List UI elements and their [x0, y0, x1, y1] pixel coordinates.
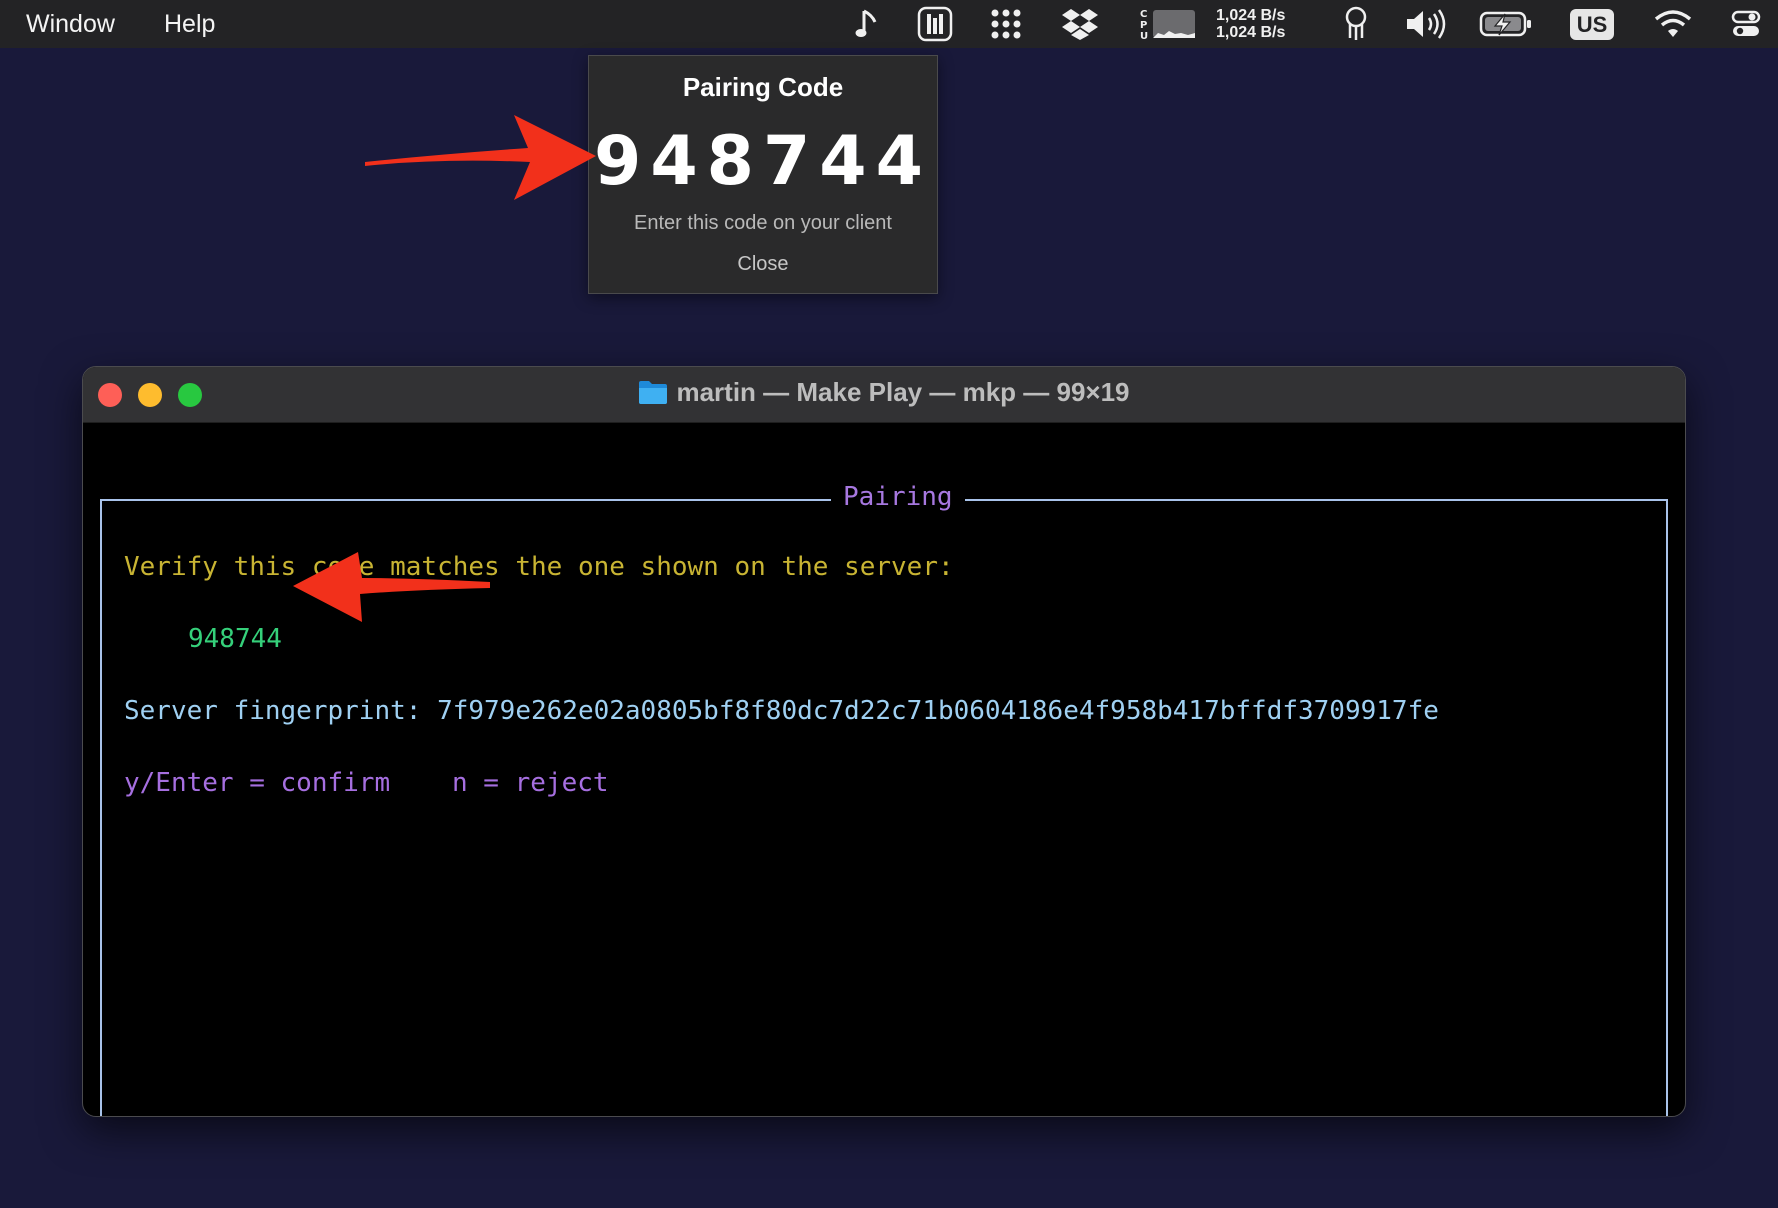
popup-title: Pairing Code [682, 72, 844, 102]
svg-text:P: P [1140, 20, 1147, 31]
upload-speed: 1,024 B/s [1216, 7, 1286, 24]
svg-text:U: U [1140, 31, 1148, 42]
svg-text:C: C [1140, 9, 1147, 20]
menu-bar: Window Help CPU 1,024 B/s 1,024 B/s US [0, 0, 1778, 48]
cpu-graph-icon[interactable]: CPU [1138, 0, 1198, 48]
folder-icon [638, 379, 668, 412]
window-titlebar[interactable]: martin — Make Play — mkp — 99×19 [83, 367, 1685, 423]
volume-icon[interactable] [1404, 0, 1450, 48]
menu-window[interactable]: Window [26, 10, 115, 39]
frame-label: Pairing [831, 482, 965, 512]
red-arrow-annotation-terminal [293, 552, 490, 622]
dropbox-icon[interactable] [1060, 0, 1100, 48]
window-title: martin — Make Play — mkp — 99×19 [676, 377, 1130, 407]
network-speed[interactable]: 1,024 B/s 1,024 B/s [1216, 7, 1285, 41]
music-note-icon[interactable] [851, 0, 885, 48]
wifi-icon[interactable] [1652, 0, 1694, 48]
pairing-code-popup: Pairing Code 948744 Enter this code on y… [588, 55, 938, 294]
audio-meter-icon[interactable] [915, 0, 955, 48]
popup-hint: Enter this code on your client [634, 212, 892, 234]
verify-prompt: Verify this code matches the one shown o… [124, 552, 954, 582]
terminal-content[interactable]: Pairing Verify this code matches the one… [83, 423, 1685, 1116]
red-arrow-annotation [365, 115, 596, 200]
confirm-hint: y/Enter = confirm [124, 768, 391, 798]
pairing-code: 948744 [594, 122, 932, 201]
terminal-window: martin — Make Play — mkp — 99×19 Pairing… [82, 366, 1686, 1117]
keychain-icon[interactable] [1337, 0, 1375, 48]
launchpad-dots-icon[interactable] [986, 0, 1026, 48]
close-button[interactable]: Close [589, 253, 937, 276]
reject-hint: n = reject [452, 768, 609, 798]
download-speed: 1,024 B/s [1216, 24, 1286, 41]
control-center-icon[interactable] [1728, 0, 1764, 48]
battery-charging-icon[interactable] [1478, 0, 1534, 48]
terminal-pairing-code: 948744 [188, 624, 282, 654]
input-source-icon[interactable]: US [1570, 9, 1614, 40]
server-fingerprint: Server fingerprint: 7f979e262e02a0805bf8… [124, 696, 1439, 726]
menu-help[interactable]: Help [164, 10, 215, 39]
